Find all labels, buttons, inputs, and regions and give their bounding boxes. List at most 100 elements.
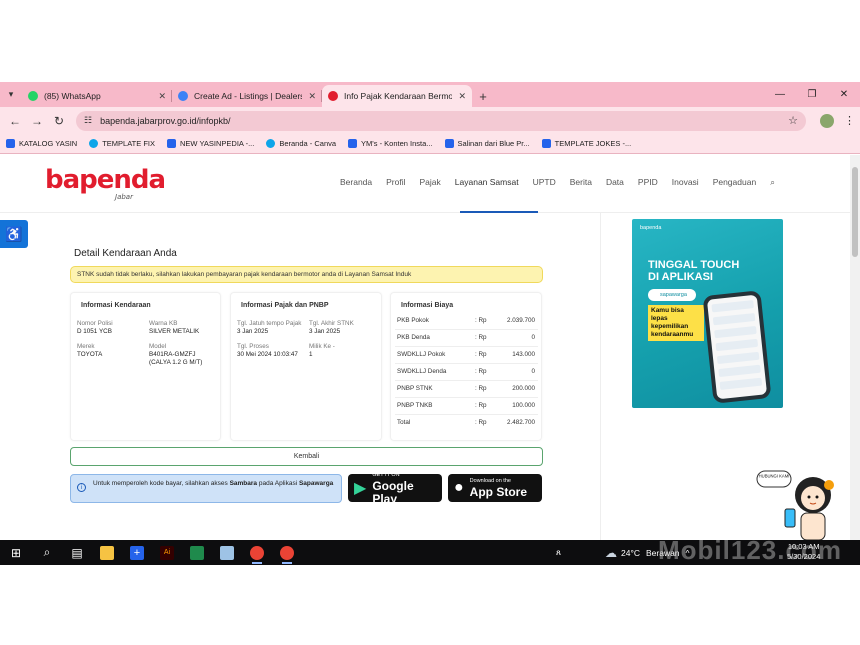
url-text: bapenda.jabarprov.go.id/infopkb/ xyxy=(100,115,231,126)
file-explorer-icon[interactable] xyxy=(92,540,122,565)
fee-currency: : Rp xyxy=(475,334,487,341)
close-tab-icon[interactable]: ✕ xyxy=(458,91,466,102)
windows-start-icon[interactable]: ⊞ xyxy=(0,540,32,565)
bookmark-item[interactable]: NEW YASINPEDIA -... xyxy=(167,139,254,148)
back-button[interactable]: Kembali xyxy=(70,447,543,466)
restore-icon[interactable]: ❐ xyxy=(796,89,828,100)
bapenda-logo[interactable]: bapenda Jabar xyxy=(45,165,166,201)
window-controls: — ❐ ✕ xyxy=(764,82,860,107)
nav-uptd[interactable]: UPTD xyxy=(533,177,556,188)
phone-illustration xyxy=(702,290,772,404)
fee-label: PNBP STNK xyxy=(397,385,433,392)
tab-search-icon[interactable]: ▾ xyxy=(0,82,22,107)
card-heading: Informasi Pajak dan PNBP xyxy=(241,302,329,309)
nav-beranda[interactable]: Beranda xyxy=(340,177,372,188)
nav-pengaduan[interactable]: Pengaduan xyxy=(713,177,757,188)
fee-divider xyxy=(395,414,538,415)
akhir-stnk-field: Tgl. Akhir STNK 3 Jan 2025 xyxy=(309,320,354,335)
chrome-icon[interactable] xyxy=(242,540,272,565)
tab-create-ad[interactable]: Create Ad - Listings | Dealership ✕ xyxy=(172,85,322,107)
sapawarga-pill: sapawarga xyxy=(648,289,696,301)
url-input[interactable]: ☷ bapenda.jabarprov.go.id/infopkb/ ☆ xyxy=(76,110,806,131)
bookmark-icon xyxy=(6,139,15,148)
document-app-icon[interactable] xyxy=(212,540,242,565)
bookmark-item[interactable]: Salinan dari Blue Pr... xyxy=(444,139,530,148)
info-icon: i xyxy=(77,483,86,492)
reload-icon[interactable]: ↻ xyxy=(48,114,70,128)
fee-currency: : Rp xyxy=(475,419,487,426)
tab-whatsapp[interactable]: (85) WhatsApp ✕ xyxy=(22,85,172,107)
close-tab-icon[interactable]: ✕ xyxy=(158,91,166,102)
fee-row: SWDKLLJ Denda: Rp 0 xyxy=(397,368,537,378)
chrome-icon[interactable] xyxy=(272,540,302,565)
nav-ppid[interactable]: PPID xyxy=(638,177,658,188)
screenshot: ▾ (85) WhatsApp ✕ Create Ad - Listings |… xyxy=(0,0,860,645)
task-view-icon[interactable]: ▤ xyxy=(62,540,92,565)
fee-value: 2.482.700 xyxy=(506,419,535,426)
back-arrow-icon[interactable]: ← xyxy=(4,114,26,128)
fee-currency: : Rp xyxy=(475,402,487,409)
minimize-icon[interactable]: — xyxy=(764,89,796,100)
fee-label: PKB Pokok xyxy=(397,317,429,324)
site-settings-icon[interactable]: ☷ xyxy=(84,115,92,126)
fee-currency: : Rp xyxy=(475,385,487,392)
fee-value: 0 xyxy=(531,334,535,341)
fee-divider xyxy=(395,380,538,381)
scroll-thumb[interactable] xyxy=(852,167,858,257)
payment-info-box: i Untuk memperoleh kode bayar, silahkan … xyxy=(70,474,342,503)
merek-field: Merek TOYOTA xyxy=(77,343,103,358)
globe-icon xyxy=(178,91,188,101)
fee-row: SWDKLLJ Pokok: Rp 143.000 xyxy=(397,351,537,361)
plus-app-icon[interactable]: + xyxy=(122,540,152,565)
banner-tagline: Kamu bisa lepas kepemilikan kendaraanmu xyxy=(648,305,704,341)
fee-row: PNBP STNK: Rp 200.000 xyxy=(397,385,537,395)
card-heading: Informasi Biaya xyxy=(401,302,454,309)
vehicle-info-card: Informasi Kendaraan Nomor Polisi D 1051 … xyxy=(70,292,221,441)
people-icon[interactable]: ጸ xyxy=(556,547,561,558)
main-nav: Beranda Profil Pajak Layanan Samsat UPTD… xyxy=(340,177,789,188)
new-tab-button[interactable]: + xyxy=(472,85,494,107)
bookmark-item[interactable]: Beranda - Canva xyxy=(266,139,336,148)
illustrator-icon[interactable]: Ai xyxy=(152,540,182,565)
search-icon[interactable]: ⌕ xyxy=(770,177,775,188)
cloud-icon: ☁ xyxy=(604,545,617,560)
google-play-button[interactable]: ▶ GET IT ON Google Play xyxy=(348,472,442,505)
bookmark-item[interactable]: TEMPLATE FIX xyxy=(89,139,155,148)
app-store-button[interactable]: ● Download on the App Store xyxy=(448,474,542,502)
nav-profil[interactable]: Profil xyxy=(386,177,405,188)
nav-pajak[interactable]: Pajak xyxy=(420,177,441,188)
fee-label: PNBP TNKB xyxy=(397,402,433,409)
customer-service-mascot[interactable]: HUBUNGI KAMI xyxy=(755,465,845,540)
nav-inovasi[interactable]: Inovasi xyxy=(672,177,699,188)
close-window-icon[interactable]: ✕ xyxy=(828,89,860,100)
bookmark-item[interactable]: YM's - Konten Insta... xyxy=(348,139,433,148)
profile-avatar[interactable] xyxy=(820,113,834,128)
bookmark-icon xyxy=(444,139,454,148)
fee-divider xyxy=(395,346,538,347)
bookmark-item[interactable]: KATALOG YASIN xyxy=(6,139,77,148)
nav-layanan-samsat[interactable]: Layanan Samsat xyxy=(455,177,519,188)
bookmark-star-icon[interactable]: ☆ xyxy=(788,114,798,127)
model-field: Model B401RA-GMZFJ (CALYA 1.2 G M/T) xyxy=(149,343,203,366)
search-icon[interactable]: ⌕ xyxy=(32,540,62,565)
forward-arrow-icon[interactable]: → xyxy=(26,114,48,128)
fee-row: PKB Pokok : Rp 2.039.700 xyxy=(397,317,537,327)
excel-icon[interactable] xyxy=(182,540,212,565)
sambara-link: Sambara xyxy=(229,480,258,487)
tab-info-pajak[interactable]: Info Pajak Kendaraan Bermotor ✕ xyxy=(322,85,472,107)
page-scrollbar[interactable] xyxy=(850,155,860,540)
close-tab-icon[interactable]: ✕ xyxy=(308,91,316,102)
nav-data[interactable]: Data xyxy=(606,177,624,188)
accessibility-icon[interactable]: ♿ xyxy=(0,220,28,248)
fee-currency: : Rp xyxy=(475,317,487,324)
active-nav-underline xyxy=(460,211,538,213)
sapawarga-promo-banner[interactable]: bapenda TINGGAL TOUCH DI APLIKASI sapawa… xyxy=(632,219,783,408)
fee-value: 2.039.700 xyxy=(506,317,535,324)
bookmark-icon xyxy=(348,139,358,148)
bookmark-item[interactable]: TEMPLATE JOKES -... xyxy=(541,139,631,148)
fee-row: PNBP TNKB: Rp 100.000 xyxy=(397,402,537,412)
nav-berita[interactable]: Berita xyxy=(570,177,592,188)
nomor-polisi-field: Nomor Polisi D 1051 YCB xyxy=(77,320,113,335)
menu-kebab-icon[interactable]: ⋮ xyxy=(844,114,855,127)
fee-row: Total: Rp 2.482.700 xyxy=(397,419,537,429)
